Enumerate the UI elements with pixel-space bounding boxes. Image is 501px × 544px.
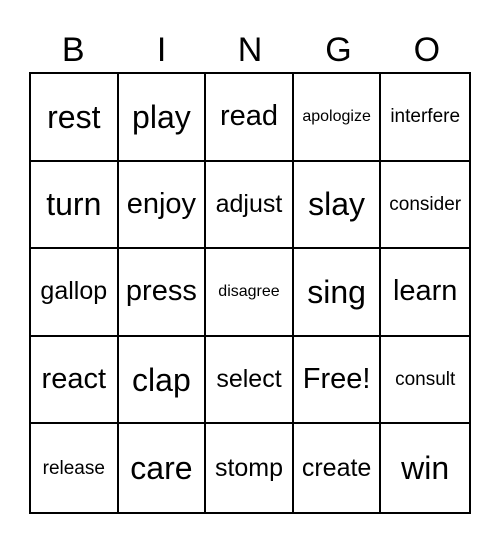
bingo-cell[interactable]: stomp bbox=[206, 424, 294, 512]
header-letter-i: I bbox=[156, 31, 167, 69]
bingo-cell[interactable]: rest bbox=[31, 74, 119, 162]
bingo-cell[interactable]: turn bbox=[31, 161, 119, 250]
bingo-cell[interactable]: consult bbox=[381, 337, 469, 425]
header-letter-n: N bbox=[237, 31, 263, 69]
bingo-cell[interactable]: select bbox=[206, 336, 294, 425]
bingo-cell[interactable]: interfere bbox=[381, 74, 469, 162]
bingo-cell[interactable]: adjust bbox=[206, 161, 294, 250]
bingo-cell[interactable]: react bbox=[31, 336, 119, 425]
bingo-header: B I N G O bbox=[29, 30, 471, 70]
bingo-cell[interactable]: learn bbox=[381, 249, 469, 337]
bingo-cell[interactable]: gallop bbox=[31, 249, 119, 337]
bingo-cell[interactable]: care bbox=[119, 424, 207, 512]
bingo-board: rest play read apologize interfere turn … bbox=[29, 72, 471, 514]
bingo-cell[interactable]: enjoy bbox=[118, 161, 207, 250]
bingo-cell[interactable]: sing bbox=[293, 249, 382, 337]
bingo-cell[interactable]: create bbox=[294, 424, 382, 512]
bingo-cell[interactable]: press bbox=[118, 249, 207, 337]
bingo-cell[interactable]: play bbox=[118, 74, 207, 162]
header-letter-b: B bbox=[61, 31, 85, 69]
bingo-cell[interactable]: read bbox=[206, 74, 294, 162]
bingo-cell[interactable]: win bbox=[381, 424, 469, 512]
free-space-cell[interactable]: Free! bbox=[293, 336, 382, 425]
header-letter-o: O bbox=[413, 31, 441, 69]
header-letter-g: G bbox=[325, 31, 352, 69]
bingo-cell[interactable]: clap bbox=[118, 336, 207, 425]
bingo-cell[interactable]: apologize bbox=[293, 74, 382, 162]
bingo-cell[interactable]: disagree bbox=[206, 249, 294, 337]
bingo-cell[interactable]: slay bbox=[293, 161, 382, 250]
bingo-cell[interactable]: consider bbox=[381, 162, 469, 250]
bingo-cell[interactable]: release bbox=[31, 424, 119, 512]
